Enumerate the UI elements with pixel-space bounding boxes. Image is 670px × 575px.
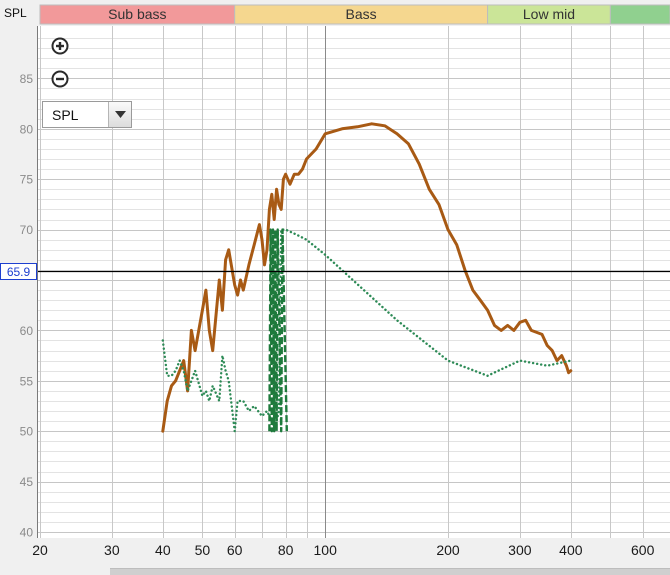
y-tick-label: 80 — [20, 122, 34, 136]
reference-label: 65.9 — [7, 265, 31, 279]
chart: Sub bass Bass Low mid 65.9 40 45 50 55 60 70 75 8… — [0, 0, 670, 574]
x-tick-label: 20 — [32, 542, 48, 558]
x-ticks: 20 30 40 50 60 80 100 200 300 400 600 — [32, 542, 654, 558]
band-label-2: Bass — [346, 6, 377, 22]
zoom-out-icon — [51, 70, 69, 88]
y-tick-label: 60 — [20, 324, 34, 338]
dropdown-button[interactable] — [108, 102, 131, 127]
band-label-3: Low mid — [523, 6, 575, 22]
y-tick-label: 50 — [20, 425, 34, 439]
frequency-band-header: Sub bass Bass Low mid — [40, 5, 670, 24]
triangle-down-icon — [115, 111, 126, 118]
measurement-type-value: SPL — [43, 107, 108, 123]
x-tick-label: 200 — [436, 542, 460, 558]
x-tick-label: 300 — [508, 542, 532, 558]
measurement-type-select[interactable]: SPL — [42, 101, 132, 128]
y-tick-label: 75 — [20, 173, 34, 187]
y-axis-title: SPL — [4, 6, 27, 20]
x-tick-label: 30 — [104, 542, 120, 558]
y-ticks: 40 45 50 55 60 70 75 80 85 — [20, 72, 34, 540]
y-tick-label: 45 — [20, 475, 34, 489]
y-tick-label: 40 — [20, 526, 34, 540]
x-tick-label: 40 — [155, 542, 171, 558]
x-tick-label: 100 — [314, 542, 338, 558]
x-tick-label: 60 — [227, 542, 243, 558]
y-tick-label: 55 — [20, 374, 34, 388]
zoom-out-button[interactable] — [50, 69, 70, 89]
x-tick-label: 600 — [631, 542, 655, 558]
x-tick-label: 80 — [278, 542, 294, 558]
y-tick-label: 70 — [20, 223, 34, 237]
x-tick-label: 400 — [559, 542, 583, 558]
band-4 — [610, 5, 670, 24]
zoom-in-button[interactable] — [50, 36, 70, 56]
band-label-1: Sub bass — [108, 6, 166, 22]
y-tick-label: 85 — [20, 72, 34, 86]
zoom-in-icon — [51, 37, 69, 55]
x-tick-label: 50 — [195, 542, 211, 558]
